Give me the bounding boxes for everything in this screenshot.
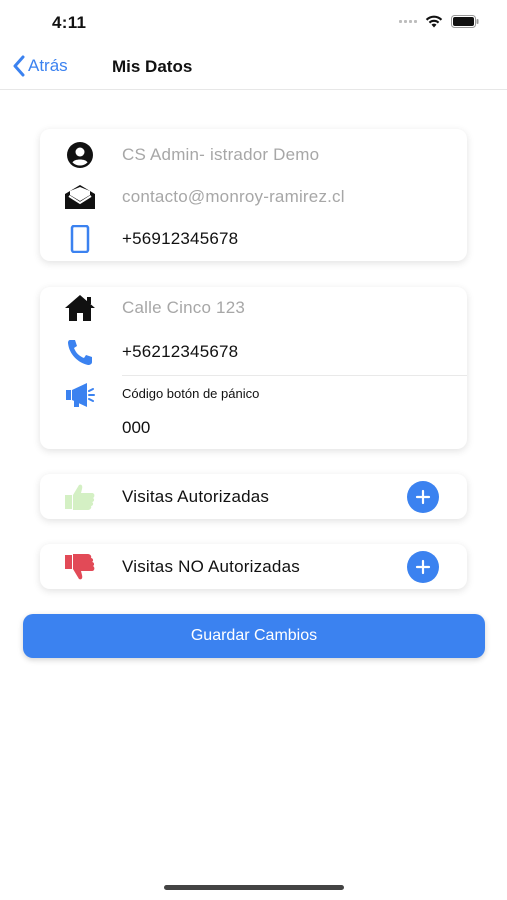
- unauthorized-visits-label: Visitas NO Autorizadas: [122, 556, 300, 576]
- cellular-signal-icon: [399, 20, 417, 23]
- profile-card: CS Admin- istrador Demo contacto@monroy-…: [40, 129, 467, 261]
- panic-row[interactable]: Código botón de pánico: [40, 379, 467, 411]
- thumbs-down-icon: [64, 551, 96, 583]
- envelope-open-icon: [64, 181, 96, 213]
- authorized-visits-row[interactable]: Visitas Autorizadas: [40, 474, 467, 519]
- megaphone-icon: [64, 379, 96, 411]
- email-row[interactable]: contacto@monroy-ramirez.cl: [40, 177, 467, 217]
- authorized-visits-card[interactable]: Visitas Autorizadas: [40, 474, 467, 519]
- name-row[interactable]: CS Admin- istrador Demo: [40, 135, 467, 175]
- authorized-visits-label: Visitas Autorizadas: [122, 486, 270, 506]
- mobile-field[interactable]: +56912345678: [122, 229, 238, 249]
- address-field[interactable]: Calle Cinco 123: [122, 298, 245, 318]
- phone-icon: [64, 336, 96, 368]
- status-bar: 4:11: [0, 0, 507, 44]
- thumbs-up-icon: [64, 481, 96, 513]
- add-unauthorized-visit-button[interactable]: [407, 550, 439, 583]
- divider: [122, 375, 467, 376]
- add-authorized-visit-button[interactable]: [407, 480, 439, 513]
- phone-field[interactable]: +56212345678: [122, 342, 238, 362]
- name-field[interactable]: CS Admin- istrador Demo: [122, 145, 319, 165]
- plus-icon: [415, 559, 431, 574]
- phone-row[interactable]: +56212345678: [40, 331, 467, 373]
- panic-code-label: Código botón de pánico: [122, 386, 260, 401]
- navigation-bar: Atrás Mis Datos: [0, 44, 507, 90]
- email-field[interactable]: contacto@monroy-ramirez.cl: [122, 187, 345, 207]
- user-circle-icon: [64, 139, 96, 171]
- status-time: 4:11: [52, 13, 87, 32]
- back-button[interactable]: Atrás: [12, 55, 68, 77]
- wifi-icon: [425, 15, 443, 28]
- mobile-row[interactable]: +56912345678: [40, 219, 467, 259]
- unauthorized-visits-card[interactable]: Visitas NO Autorizadas: [40, 544, 467, 589]
- chevron-left-icon: [13, 55, 25, 77]
- address-card: Calle Cinco 123 +56212345678 Código botó…: [40, 287, 467, 449]
- back-label: Atrás: [28, 56, 68, 75]
- page-title: Mis Datos: [112, 57, 193, 76]
- plus-icon: [415, 489, 431, 504]
- mobile-phone-icon: [64, 223, 96, 255]
- save-changes-button[interactable]: Guardar Cambios: [23, 614, 485, 658]
- home-icon: [64, 292, 96, 324]
- home-indicator[interactable]: [164, 885, 344, 890]
- battery-icon: [451, 15, 479, 28]
- address-row[interactable]: Calle Cinco 123: [40, 287, 467, 329]
- status-icons: [399, 15, 479, 28]
- unauthorized-visits-row[interactable]: Visitas NO Autorizadas: [40, 544, 467, 589]
- panic-code-field[interactable]: 000: [122, 418, 150, 438]
